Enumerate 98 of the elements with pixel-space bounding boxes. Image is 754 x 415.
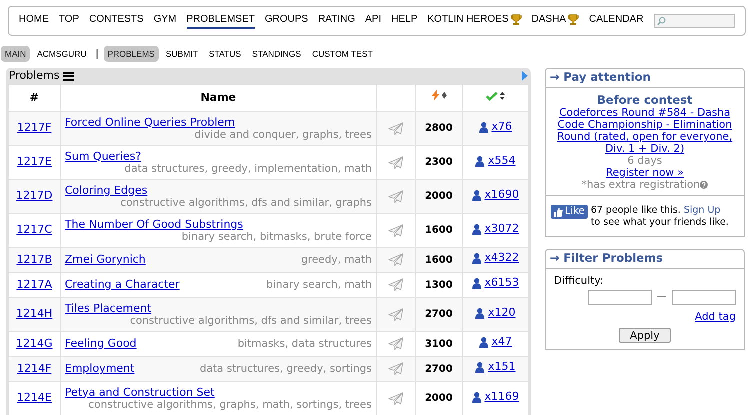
menu-link[interactable]: RATING (318, 13, 356, 29)
problem-name-link[interactable]: Forced Online Queries Problem (65, 116, 236, 128)
difficulty-label: Difficulty: (554, 274, 605, 289)
submenu-tab[interactable]: MAIN (1, 46, 30, 62)
like-button[interactable]: Like (551, 205, 588, 219)
trophy-icon (510, 14, 522, 26)
problem-tags: greedy, math (301, 254, 372, 266)
paper-plane-icon[interactable] (388, 156, 404, 170)
paper-plane-icon[interactable] (388, 190, 404, 204)
problem-name-link[interactable]: Coloring Edges (65, 184, 148, 196)
add-tag-link[interactable]: Add tag (695, 310, 736, 326)
range-dash: — (656, 290, 667, 305)
problem-tags: constructive algorithms, dfs and similar, graphs (120, 196, 372, 208)
box-title: → Filter Problems (550, 250, 664, 268)
sort-icon (500, 92, 505, 100)
sort-icon (442, 92, 446, 99)
menu-link[interactable]: TOP (59, 13, 80, 29)
menu-link[interactable]: GYM (154, 13, 177, 29)
difficulty-rating: 2000 (425, 393, 453, 404)
problem-tags: binary search, bitmasks, brute force (182, 230, 372, 242)
play-icon[interactable] (522, 71, 528, 81)
problem-name-link[interactable]: Creating a Character (65, 279, 180, 291)
search-field[interactable] (654, 14, 735, 28)
countdown: 6 days (628, 155, 662, 167)
menu-icon[interactable] (62, 72, 74, 80)
like-text: 67 people like this. Sign Up to see what your friends like. (590, 205, 729, 229)
trophy-icon (568, 14, 580, 26)
registration-note: *has extra registration (582, 179, 700, 191)
user-icon (475, 362, 486, 374)
separator: | (94, 46, 100, 62)
problem-tags: data structures, greedy, implementation, math (124, 162, 372, 174)
before-contest-heading: Before contest (597, 94, 693, 107)
lightning-icon (432, 90, 440, 101)
paper-plane-icon[interactable] (388, 337, 404, 351)
problem-name-link[interactable]: The Number Of Good Substrings (65, 218, 244, 230)
box-title: → Pay attention (550, 69, 651, 86)
problem-name-link[interactable]: Zmei Gorynich (65, 254, 146, 266)
user-icon (478, 337, 489, 348)
problem-tags: data structures, greedy, sortings (200, 363, 372, 375)
menu-link[interactable]: API (365, 13, 382, 29)
problem-tags: constructive algorithms, graphs, math, sortings, trees (88, 398, 372, 410)
menu-link[interactable]: HELP (392, 13, 418, 29)
user-icon (478, 122, 489, 133)
difficulty-sort[interactable] (432, 90, 446, 101)
apply-button[interactable]: Apply (619, 328, 671, 344)
checkmark-icon (486, 92, 498, 101)
paper-plane-icon[interactable] (388, 308, 404, 322)
help-icon[interactable] (700, 181, 708, 189)
paper-plane-icon[interactable] (388, 224, 404, 238)
paper-plane-icon[interactable] (388, 122, 404, 136)
paper-plane-icon[interactable] (388, 253, 404, 267)
difficulty-rating: 2700 (425, 309, 453, 320)
paper-plane-icon[interactable] (388, 362, 404, 376)
difficulty-rating: 2700 (425, 364, 453, 375)
problem-name-link[interactable]: Tiles Placement (65, 302, 152, 314)
problem-tags: constructive algorithms, dfs and similar, trees (130, 314, 372, 326)
problem-name-link[interactable]: Sum Queries? (65, 150, 142, 162)
panel-title: Problems (9, 68, 60, 84)
problem-tags: binary search, math (266, 279, 372, 291)
menu-link[interactable]: PROBLEMSET (186, 13, 255, 29)
submenu-tab[interactable]: PROBLEMS (104, 46, 159, 62)
problem-tags: bitmasks, data structures (238, 338, 372, 350)
user-icon (472, 253, 482, 264)
menu-link[interactable]: GROUPS (264, 13, 308, 29)
thumbs-up-icon (554, 208, 563, 216)
sign-up-link[interactable]: Sign Up (684, 205, 721, 216)
solved-sort[interactable] (486, 92, 505, 101)
menu-link[interactable]: DASHA (532, 13, 580, 29)
user-icon (472, 392, 482, 403)
problem-tags: divide and conquer, graphs, trees (194, 128, 372, 140)
difficulty-rating: 2000 (425, 191, 453, 202)
problem-name-link[interactable]: Petya and Construction Set (65, 386, 215, 398)
paper-plane-icon[interactable] (388, 278, 404, 292)
min-difficulty-field[interactable] (588, 290, 652, 306)
menu-link[interactable]: CONTESTS (89, 13, 144, 29)
difficulty-rating: 3100 (425, 338, 453, 350)
user-icon (472, 224, 482, 235)
column-header: Name (60, 84, 376, 112)
difficulty-rating: 1600 (425, 225, 453, 236)
difficulty-rating: 2800 (425, 123, 453, 134)
user-icon (472, 278, 482, 290)
register-link[interactable]: Register now » (606, 167, 684, 179)
menu-link[interactable]: KOTLIN HEROES (428, 13, 522, 29)
paper-plane-icon[interactable] (388, 392, 404, 406)
difficulty-rating: 1600 (425, 254, 453, 266)
problem-name-link[interactable]: Employment (65, 363, 135, 375)
max-difficulty-field[interactable] (672, 290, 736, 306)
user-icon (475, 308, 486, 319)
menu-link[interactable]: CALENDAR (589, 13, 644, 29)
user-icon (472, 190, 482, 201)
menu-link[interactable]: HOME (19, 13, 49, 29)
column-header: # (8, 84, 60, 112)
difficulty-rating: 2300 (425, 157, 453, 168)
problem-name-link[interactable]: Feeling Good (65, 338, 137, 350)
user-icon (475, 156, 486, 167)
search-icon (656, 16, 666, 26)
contest-link[interactable]: Codeforces Round #584 - Dasha Code Championship - Elimination Round (rated, open for everyone, Div. 1 + Div. 2) (548, 107, 742, 155)
difficulty-rating: 1300 (425, 280, 453, 291)
